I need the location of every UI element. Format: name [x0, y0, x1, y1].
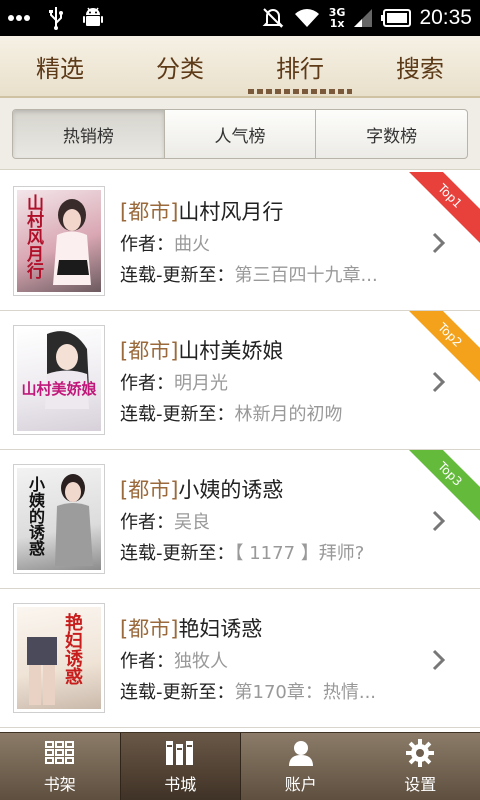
- book-category: 都市: [128, 339, 171, 363]
- battery-icon: [381, 0, 412, 36]
- update-label: 连载-更新至：: [120, 265, 235, 286]
- user-icon: [285, 738, 317, 768]
- book-author: 吴良: [174, 512, 210, 533]
- more-icon: [8, 0, 30, 36]
- book-author-line: 作者：吴良: [120, 508, 420, 539]
- nav-bookstore[interactable]: 书城: [119, 733, 241, 800]
- book-author: 明月光: [174, 373, 228, 394]
- book-title: 小姨的诱惑: [178, 478, 284, 502]
- tab-label: 精选: [36, 54, 84, 83]
- mute-icon: [261, 0, 285, 36]
- usb-icon: [48, 0, 64, 36]
- cover-title: 山村美娇娘: [21, 380, 97, 398]
- book-cover: 山村美娇娘: [13, 325, 105, 435]
- book-title-line: [都市]小姨的诱惑: [120, 478, 284, 502]
- bottom-nav: 书架 书城 账户 设置: [0, 732, 480, 800]
- tab-featured[interactable]: 精选: [0, 36, 120, 96]
- nav-label: 书城: [164, 775, 197, 794]
- book-update-line: 连载-更新至：【 1177 】拜师?: [120, 539, 420, 570]
- ranking-segmented-control: 热销榜 人气榜 字数榜: [12, 109, 468, 159]
- chevron-right-icon: [432, 232, 446, 254]
- book-title: 山村风月行: [178, 200, 284, 224]
- book-category: 都市: [128, 200, 171, 224]
- clock: 20:35: [419, 6, 472, 29]
- bookstore-icon: [164, 738, 196, 768]
- book-cover: 山村风月行: [13, 186, 105, 296]
- tab-label: 排行: [276, 54, 324, 83]
- nav-settings[interactable]: 设置: [361, 733, 480, 800]
- cover-title: 艳妇诱惑: [62, 613, 83, 685]
- tab-search[interactable]: 搜索: [360, 36, 480, 96]
- book-title: 艳妇诱惑: [178, 617, 263, 641]
- update-label: 连载-更新至：: [120, 682, 235, 703]
- book-title-line: [都市]艳妇诱惑: [120, 617, 263, 641]
- book-info: [都市]艳妇诱惑 作者：独牧人 连载-更新至：第170章：热情...: [120, 613, 420, 709]
- chevron-right-icon: [432, 649, 446, 671]
- cover-title: 小姨的诱惑: [26, 476, 45, 556]
- segment-popularity[interactable]: 人气榜: [165, 110, 317, 158]
- book-update-line: 连载-更新至：第三百四十九章...: [120, 261, 420, 292]
- nav-account[interactable]: 账户: [241, 733, 361, 800]
- network-type: 3G 1x: [328, 6, 346, 30]
- chevron-right-icon: [432, 371, 446, 393]
- bookshelf-grid-icon: [44, 738, 76, 768]
- book-cover: 艳妇诱惑: [13, 603, 105, 713]
- book-list-item[interactable]: 山村风月行 [都市]山村风月行 作者：曲火 连载-更新至：第三百四十九章... …: [0, 172, 480, 311]
- wifi-icon: [293, 0, 321, 36]
- android-icon: [82, 0, 104, 36]
- book-update-line: 连载-更新至：第170章：热情...: [120, 678, 420, 709]
- book-list-item[interactable]: 山村美娇娘 [都市]山村美娇娘 作者：明月光 连载-更新至：林新月的初吻 Top…: [0, 311, 480, 450]
- status-bar: 3G 1x 20:35: [0, 0, 480, 36]
- book-info: [都市]山村美娇娘 作者：明月光 连载-更新至：林新月的初吻: [120, 335, 420, 431]
- nav-label: 账户: [284, 775, 317, 794]
- nav-bookshelf[interactable]: 书架: [0, 733, 120, 800]
- segment-word-count[interactable]: 字数榜: [316, 110, 467, 158]
- book-cover: 小姨的诱惑: [13, 464, 105, 574]
- chevron-right-icon: [432, 510, 446, 532]
- ranking-filter-bar: 热销榜 人气榜 字数榜: [0, 98, 480, 170]
- book-info: [都市]小姨的诱惑 作者：吴良 连载-更新至：【 1177 】拜师?: [120, 474, 420, 570]
- update-label: 连载-更新至：: [120, 404, 235, 425]
- author-label: 作者：: [120, 373, 174, 394]
- book-latest-chapter: 林新月的初吻: [234, 404, 343, 425]
- cover-title: 山村风月行: [23, 194, 43, 279]
- author-label: 作者：: [120, 512, 174, 533]
- nav-label: 设置: [404, 775, 437, 794]
- book-list-item[interactable]: 艳妇诱惑 [都市]艳妇诱惑 作者：独牧人 连载-更新至：第170章：热情...: [0, 589, 480, 728]
- book-latest-chapter: 第170章：热情...: [234, 682, 377, 703]
- tab-label: 搜索: [396, 54, 444, 83]
- author-label: 作者：: [120, 234, 174, 255]
- book-latest-chapter: 第三百四十九章...: [234, 265, 378, 286]
- book-author-line: 作者：独牧人: [120, 647, 420, 678]
- author-label: 作者：: [120, 651, 174, 672]
- book-info: [都市]山村风月行 作者：曲火 连载-更新至：第三百四十九章...: [120, 196, 420, 292]
- book-category: 都市: [128, 478, 171, 502]
- book-list: 山村风月行 [都市]山村风月行 作者：曲火 连载-更新至：第三百四十九章... …: [0, 172, 480, 732]
- tab-label: 分类: [156, 54, 204, 83]
- book-list-item[interactable]: 小姨的诱惑 [都市]小姨的诱惑 作者：吴良 连载-更新至：【 1177 】拜师?…: [0, 450, 480, 589]
- top-tab-bar: 精选 分类 排行 搜索: [0, 36, 480, 98]
- book-title-line: [都市]山村美娇娘: [120, 339, 284, 363]
- book-author: 曲火: [174, 234, 210, 255]
- book-title-line: [都市]山村风月行: [120, 200, 284, 224]
- book-author: 独牧人: [174, 651, 228, 672]
- gear-icon: [404, 738, 436, 768]
- segment-bestseller[interactable]: 热销榜: [13, 110, 165, 158]
- signal-icon: [353, 0, 373, 36]
- book-title: 山村美娇娘: [178, 339, 284, 363]
- active-tab-indicator: [248, 89, 352, 94]
- nav-label: 书架: [43, 775, 76, 794]
- tab-rankings[interactable]: 排行: [240, 36, 360, 96]
- tab-categories[interactable]: 分类: [120, 36, 240, 96]
- book-author-line: 作者：曲火: [120, 230, 420, 261]
- book-latest-chapter: 【 1177 】拜师?: [234, 543, 365, 564]
- book-update-line: 连载-更新至：林新月的初吻: [120, 400, 420, 431]
- book-author-line: 作者：明月光: [120, 369, 420, 400]
- update-label: 连载-更新至：: [120, 543, 235, 564]
- book-category: 都市: [128, 617, 171, 641]
